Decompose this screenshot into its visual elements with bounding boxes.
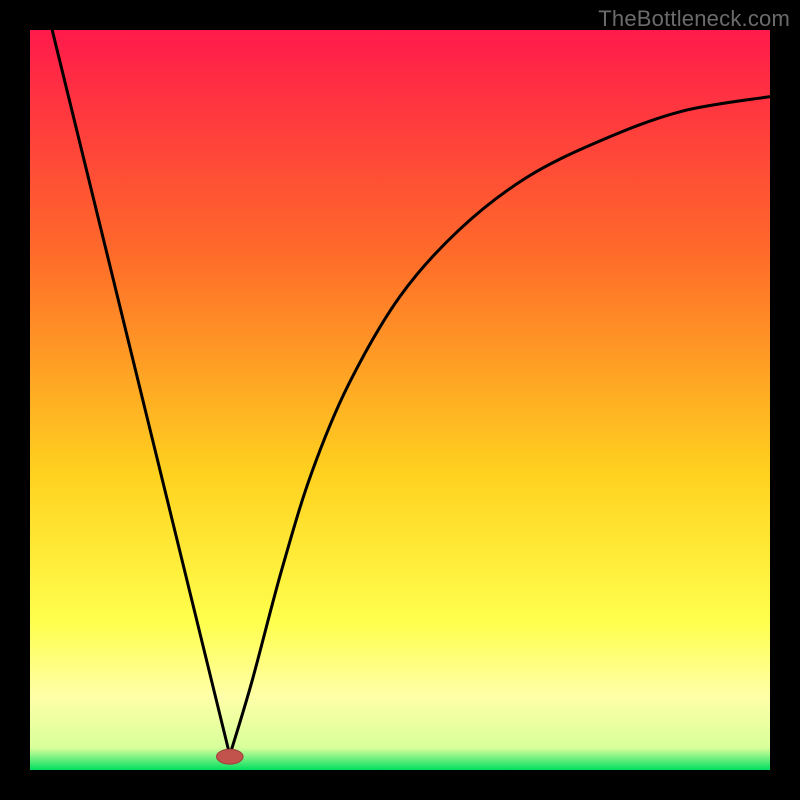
minimum-marker — [216, 749, 243, 764]
chart-svg — [30, 30, 770, 770]
watermark-text: TheBottleneck.com — [598, 6, 790, 32]
gradient-rect — [30, 30, 770, 770]
chart-frame — [30, 30, 770, 770]
